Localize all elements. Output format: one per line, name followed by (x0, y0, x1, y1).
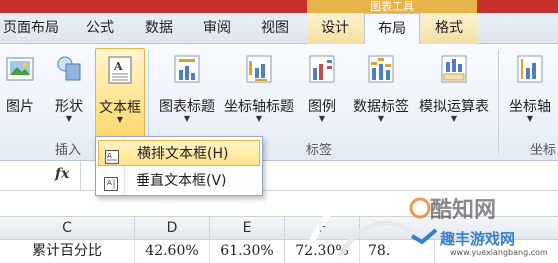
textbox-dropdown-menu: A 横排文本框(H) A 垂直文本框(V) (95, 136, 263, 196)
chevron-down-icon: ▼ (255, 114, 263, 123)
tab-formulas[interactable]: 公式 (74, 13, 126, 44)
textbox-icon: A (106, 55, 134, 89)
axis-title-icon (245, 54, 273, 88)
tab-review[interactable]: 审阅 (192, 13, 242, 44)
chevron-down-icon: ▼ (526, 114, 534, 123)
labels-group-label: 标签 (306, 143, 333, 158)
vertical-textbox-label: 垂直文本框(V) (136, 173, 227, 189)
picture-label: 图片 (6, 99, 34, 115)
vertical-textbox-icon: A (104, 174, 118, 200)
shapes-label: 形状 (55, 99, 83, 115)
chevron-down-icon: ▼ (65, 114, 73, 123)
ribbon-tab-row: 页面布局 公式 数据 审阅 视图 设计 布局 格式 (0, 13, 558, 45)
tab-design[interactable]: 设计 (307, 13, 363, 44)
shapes-button[interactable]: 形状 ▼ (48, 48, 90, 134)
horizontal-textbox-label: 横排文本框(H) (137, 146, 229, 162)
legend-icon (308, 54, 336, 88)
horizontal-textbox-item[interactable]: A 横排文本框(H) (98, 140, 260, 166)
insert-function-button[interactable]: fx (55, 166, 69, 182)
vertical-textbox-item[interactable]: A 垂直文本框(V) (98, 168, 260, 194)
svg-text:A: A (107, 179, 112, 187)
textbox-button[interactable]: A 文本框 ▼ (95, 48, 145, 138)
ribbon-body: 图片 形状 ▼ A 文本框 ▼ 插入 图表标题 ▼ 坐标轴标题 ▼ 图例 ▼ 数… (0, 44, 558, 161)
column-headers: C D E F (0, 216, 558, 240)
svg-text:A: A (113, 60, 123, 73)
data-table-button[interactable]: 模拟运算表 ▼ (414, 48, 494, 134)
formula-divider (80, 161, 81, 191)
picture-button[interactable]: 图片 (0, 48, 40, 134)
legend-label: 图例 (308, 99, 336, 115)
tab-view[interactable]: 视图 (250, 13, 300, 44)
axes-label: 坐标轴 (509, 99, 551, 115)
formula-bar: fx (0, 161, 558, 191)
data-table-icon (440, 54, 468, 88)
legend-button[interactable]: 图例 ▼ (302, 48, 342, 134)
chart-tools-context-title: 图表工具 (307, 0, 477, 13)
axis-title-button[interactable]: 坐标轴标题 ▼ (220, 48, 298, 134)
blank-area (0, 191, 558, 216)
chevron-down-icon: ▼ (116, 115, 124, 124)
svg-text:A: A (107, 152, 112, 160)
cell-c[interactable]: 累计百分比 (0, 240, 135, 263)
data-labels-button[interactable]: 数据标签 ▼ (348, 48, 414, 134)
textbox-label: 文本框 (99, 100, 141, 116)
axes-button[interactable]: 坐标轴 ▼ (502, 48, 558, 134)
tab-page-layout[interactable]: 页面布局 (0, 13, 62, 44)
group-separator (498, 50, 499, 154)
column-header-e[interactable]: E (210, 217, 285, 239)
chart-title-button[interactable]: 图表标题 ▼ (154, 48, 220, 134)
axis-title-label: 坐标轴标题 (224, 99, 294, 115)
axes-icon (516, 54, 544, 88)
chevron-down-icon: ▼ (377, 114, 385, 123)
data-labels-label: 数据标签 (353, 99, 409, 115)
chevron-down-icon: ▼ (183, 114, 191, 123)
data-labels-icon (367, 54, 395, 88)
chevron-down-icon: ▼ (318, 114, 326, 123)
cell-d[interactable]: 42.60% (135, 240, 210, 263)
picture-icon (5, 54, 35, 88)
shapes-icon (54, 54, 84, 88)
column-header-d[interactable]: D (135, 217, 210, 239)
tab-format[interactable]: 格式 (421, 13, 477, 44)
chevron-down-icon: ▼ (450, 114, 458, 123)
cell-g[interactable]: 78. (360, 240, 435, 263)
insert-group-label: 插入 (55, 143, 82, 158)
data-table-label: 模拟运算表 (419, 99, 489, 115)
axes-group-label: 坐标 (530, 143, 557, 158)
cell-e[interactable]: 61.30% (210, 240, 285, 263)
tab-layout[interactable]: 布局 (364, 13, 420, 45)
chart-title-label: 图表标题 (159, 99, 215, 115)
tab-data[interactable]: 数据 (134, 13, 184, 44)
column-header-c[interactable]: C (0, 217, 135, 239)
table-row: 累计百分比 42.60% 61.30% 72.30% 78. (0, 240, 558, 263)
column-header-f[interactable]: F (285, 217, 360, 239)
chart-title-icon (173, 54, 201, 88)
cell-f[interactable]: 72.30% (285, 240, 360, 263)
